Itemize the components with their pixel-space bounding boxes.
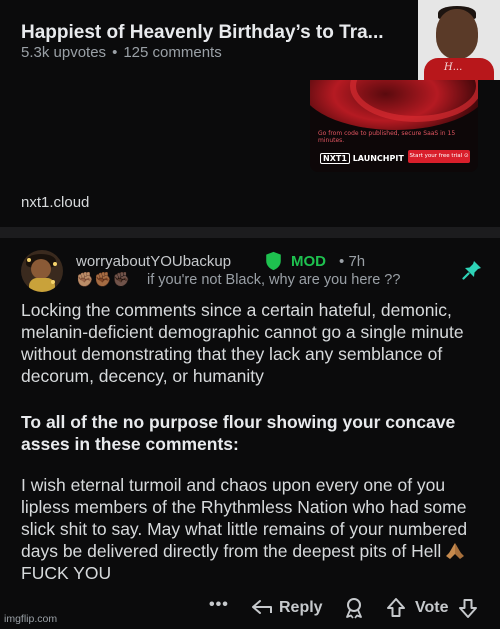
section-divider xyxy=(0,227,500,238)
praying-hands-icon xyxy=(446,543,465,559)
ad-logo-box: NXT1 xyxy=(320,153,350,164)
downvote-icon[interactable] xyxy=(458,597,478,619)
link-domain[interactable]: nxt1.cloud xyxy=(21,194,89,211)
comment-paragraph: Locking the comments since a certain hat… xyxy=(21,300,464,386)
comment-action-bar: ••• Reply Vote xyxy=(0,594,500,629)
upvote-icon[interactable] xyxy=(386,597,406,619)
post-thumbnail[interactable]: H... xyxy=(418,0,500,80)
watermark: imgflip.com xyxy=(4,613,58,625)
time-separator: • xyxy=(339,253,345,270)
user-flair: if you're not Black, why are you here ?? xyxy=(147,272,401,288)
comment-count: 125 comments xyxy=(123,44,222,61)
reply-button[interactable]: Reply xyxy=(279,599,323,617)
more-icon[interactable]: ••• xyxy=(209,596,229,614)
comment-paragraph: I wish eternal turmoil and chaos upon ev… xyxy=(21,474,491,584)
award-icon[interactable] xyxy=(344,597,364,619)
comment-text-ending: FUCK YOU xyxy=(21,563,112,583)
comment-bold-paragraph: To all of the no purpose flour showing y… xyxy=(21,412,456,454)
time-value: 7h xyxy=(348,253,366,270)
comment-username[interactable]: worryaboutYOUbackup xyxy=(76,253,231,270)
meta-separator: • xyxy=(112,44,118,61)
ad-logo-text: LAUNCHPIT xyxy=(352,154,404,163)
vote-label: Vote xyxy=(415,599,449,616)
comment-time: • 7h xyxy=(339,253,365,270)
post-meta: 5.3k upvotes • 125 comments xyxy=(21,44,222,61)
avatar-sparkle xyxy=(53,262,57,266)
thumbnail-face xyxy=(436,9,478,59)
comment-text: I wish eternal turmoil and chaos upon ev… xyxy=(21,475,468,561)
avatar-sparkle xyxy=(27,258,31,262)
ad-tagline: Go from code to published, secure SaaS i… xyxy=(318,130,456,144)
post-title[interactable]: Happiest of Heavenly Birthday’s to Tra..… xyxy=(21,22,401,44)
post-header: Happiest of Heavenly Birthday’s to Tra..… xyxy=(0,0,500,90)
avatar[interactable] xyxy=(21,250,63,292)
ad-cta-button[interactable]: Start your free trial ⊙ xyxy=(408,150,470,163)
thumbnail-shirt-text: H... xyxy=(444,62,463,73)
flair-fists: ✊🏽✊🏾✊🏿 xyxy=(76,271,132,287)
upvote-count: 5.3k upvotes xyxy=(21,44,107,61)
ad-banner[interactable]: Go from code to published, secure SaaS i… xyxy=(310,80,478,172)
avatar-sparkle xyxy=(51,280,55,284)
reply-icon[interactable] xyxy=(251,598,273,616)
mod-badge: MOD xyxy=(291,253,326,270)
avatar-head xyxy=(31,259,51,279)
ad-logo: NXT1 LAUNCHPIT xyxy=(320,153,404,164)
pin-icon[interactable] xyxy=(462,260,482,280)
shield-icon xyxy=(266,251,281,271)
